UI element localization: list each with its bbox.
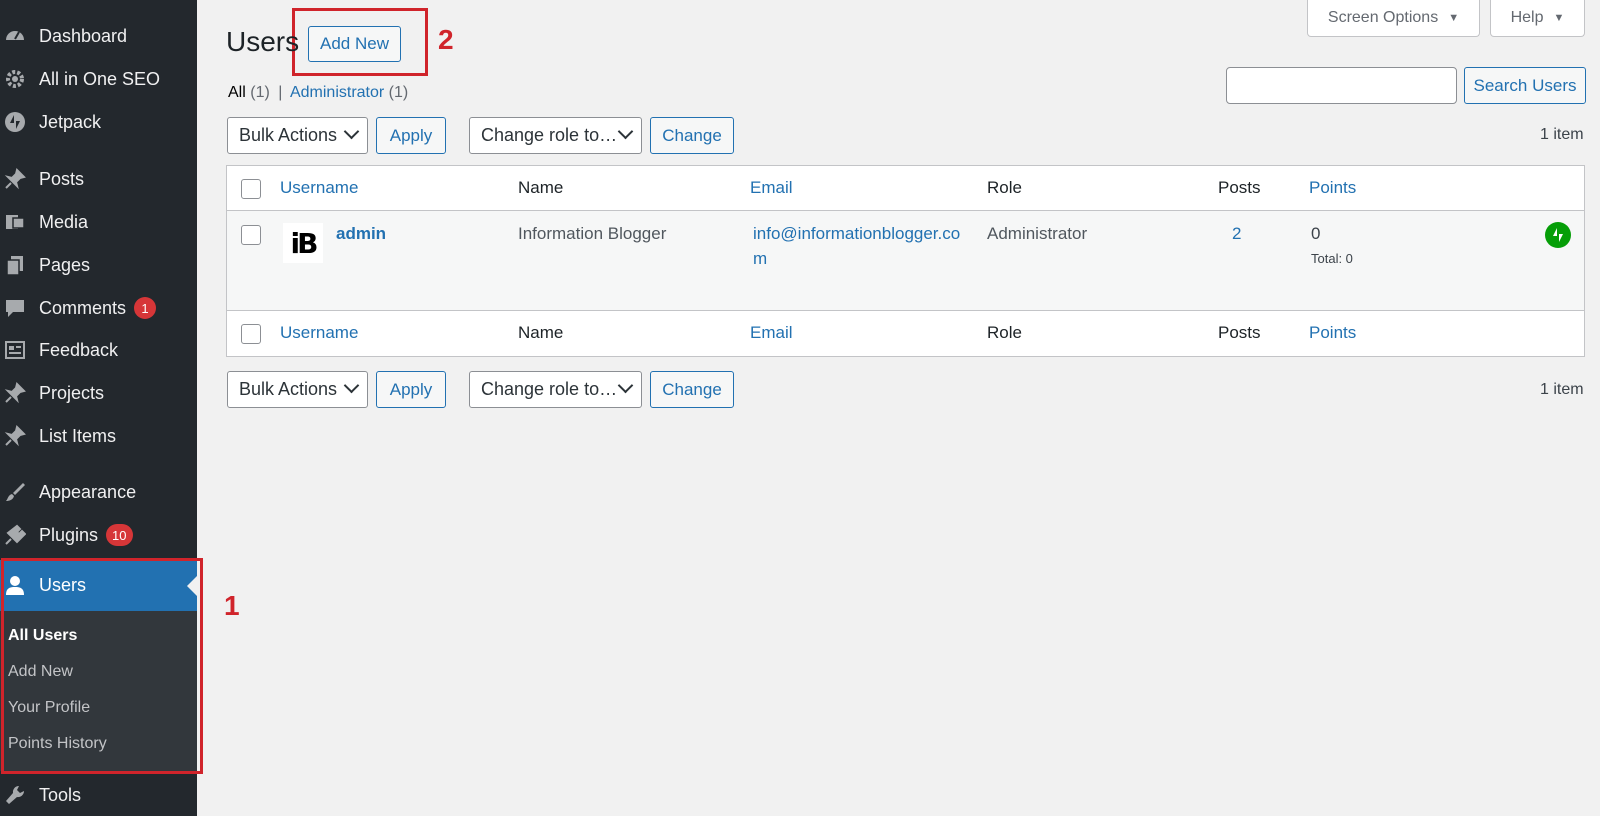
media-icon xyxy=(2,211,28,233)
menu-dashboard[interactable]: Dashboard xyxy=(0,16,197,56)
user-role: Administrator xyxy=(987,224,1088,243)
menu-posts[interactable]: Posts xyxy=(0,159,197,199)
column-email[interactable]: Email xyxy=(750,178,793,198)
item-count-top: 1 item xyxy=(1540,126,1584,143)
annotation-box-1 xyxy=(1,558,203,774)
pin-icon xyxy=(2,425,28,447)
menu-jetpack[interactable]: Jetpack xyxy=(0,102,197,142)
table-header: Username Name Email Role Posts Points xyxy=(227,166,1584,211)
bulk-actions-label: Bulk Actions xyxy=(239,379,338,399)
user-email-link-wrap[interactable]: m xyxy=(753,249,767,269)
menu-media[interactable]: Media xyxy=(0,202,197,242)
role-filter-links: All (1) | Administrator (1) xyxy=(228,84,408,102)
menu-comments[interactable]: Comments 1 xyxy=(0,288,197,328)
column-email-footer[interactable]: Email xyxy=(750,323,793,343)
user-points: 0 xyxy=(1311,224,1321,243)
help-label: Help xyxy=(1510,9,1544,26)
column-role: Role xyxy=(987,178,1022,197)
apply-button-bottom[interactable]: Apply xyxy=(376,371,446,408)
pages-icon xyxy=(2,254,28,276)
users-table: Username Name Email Role Posts Points iB… xyxy=(226,165,1585,357)
username-link[interactable]: admin xyxy=(336,224,386,244)
apply-button-top[interactable]: Apply xyxy=(376,117,446,154)
annotation-number-1: 1 xyxy=(224,590,240,621)
comment-icon xyxy=(2,297,28,319)
user-email-link[interactable]: info@informationblogger.co xyxy=(753,224,960,244)
change-role-label: Change role to… xyxy=(481,125,618,145)
filter-all-count: (1) xyxy=(250,84,270,101)
table-footer: Username Name Email Role Posts Points xyxy=(227,310,1584,355)
add-new-user-button[interactable]: Add New xyxy=(308,26,401,62)
menu-pages[interactable]: Pages xyxy=(0,245,197,285)
chevron-down-icon xyxy=(343,377,360,394)
caret-down-icon: ▼ xyxy=(1553,12,1565,24)
column-posts-footer: Posts xyxy=(1218,323,1261,342)
change-button-top[interactable]: Change xyxy=(650,117,734,154)
item-count-bottom: 1 item xyxy=(1540,381,1584,398)
page-title: Users xyxy=(226,26,300,57)
annotation-number-2: 2 xyxy=(438,24,454,55)
menu-all-in-one-seo[interactable]: All in One SEO xyxy=(0,59,197,99)
change-button-bottom[interactable]: Change xyxy=(650,371,734,408)
change-role-select-bottom[interactable]: Change role to… xyxy=(469,371,642,408)
pin-icon xyxy=(2,382,28,404)
feedback-icon xyxy=(2,339,28,361)
change-role-select-top[interactable]: Change role to… xyxy=(469,117,642,154)
wrench-icon xyxy=(2,784,28,806)
screen-options-label: Screen Options xyxy=(1327,9,1439,26)
dashboard-icon xyxy=(2,25,28,47)
filter-all[interactable]: All xyxy=(228,84,246,101)
brush-icon xyxy=(2,481,28,503)
user-points-total: Total: 0 xyxy=(1311,251,1353,266)
plugins-update-badge: 10 xyxy=(106,524,133,546)
user-full-name: Information Blogger xyxy=(518,224,667,243)
column-name: Name xyxy=(518,178,564,197)
menu-tools[interactable]: Tools xyxy=(0,775,197,815)
menu-projects[interactable]: Projects xyxy=(0,373,197,413)
screen-options-button[interactable]: Screen Options ▼ xyxy=(1307,0,1480,37)
caret-down-icon: ▼ xyxy=(1448,12,1460,24)
change-role-label: Change role to… xyxy=(481,379,618,399)
bulk-actions-select-bottom[interactable]: Bulk Actions xyxy=(227,371,368,408)
column-points[interactable]: Points xyxy=(1309,178,1356,198)
chevron-down-icon xyxy=(617,377,634,394)
select-all-checkbox-footer[interactable] xyxy=(241,324,261,344)
menu-plugins[interactable]: Plugins 10 xyxy=(0,515,197,555)
column-username-footer[interactable]: Username xyxy=(280,323,358,343)
column-username[interactable]: Username xyxy=(280,178,358,198)
help-button[interactable]: Help ▼ xyxy=(1490,0,1585,37)
menu-feedback[interactable]: Feedback xyxy=(0,330,197,370)
jetpack-icon xyxy=(2,111,28,133)
filter-administrator-count: (1) xyxy=(388,84,409,101)
plugin-icon xyxy=(2,524,28,546)
pin-icon xyxy=(2,168,28,190)
column-role-footer: Role xyxy=(987,323,1022,342)
column-name-footer: Name xyxy=(518,323,564,342)
menu-appearance[interactable]: Appearance xyxy=(0,472,197,512)
chevron-down-icon xyxy=(617,123,634,140)
column-points-footer[interactable]: Points xyxy=(1309,323,1356,343)
row-checkbox[interactable] xyxy=(241,225,261,245)
avatar: iB xyxy=(283,223,323,263)
bulk-actions-select-top[interactable]: Bulk Actions xyxy=(227,117,368,154)
table-row: iB admin Information Blogger info@inform… xyxy=(227,211,1584,310)
filter-separator: | xyxy=(278,84,283,101)
user-posts-count[interactable]: 2 xyxy=(1232,224,1241,244)
select-all-checkbox[interactable] xyxy=(241,179,261,199)
menu-list-items[interactable]: List Items xyxy=(0,416,197,456)
bulk-actions-label: Bulk Actions xyxy=(239,125,338,145)
search-users-button[interactable]: Search Users xyxy=(1464,67,1586,104)
gear-icon xyxy=(2,68,28,90)
chevron-down-icon xyxy=(343,123,360,140)
column-posts: Posts xyxy=(1218,178,1261,197)
search-users-input[interactable] xyxy=(1226,67,1457,104)
comments-count-badge: 1 xyxy=(134,297,157,319)
filter-administrator[interactable]: Administrator xyxy=(290,84,384,101)
jetpack-connected-icon xyxy=(1545,222,1571,248)
